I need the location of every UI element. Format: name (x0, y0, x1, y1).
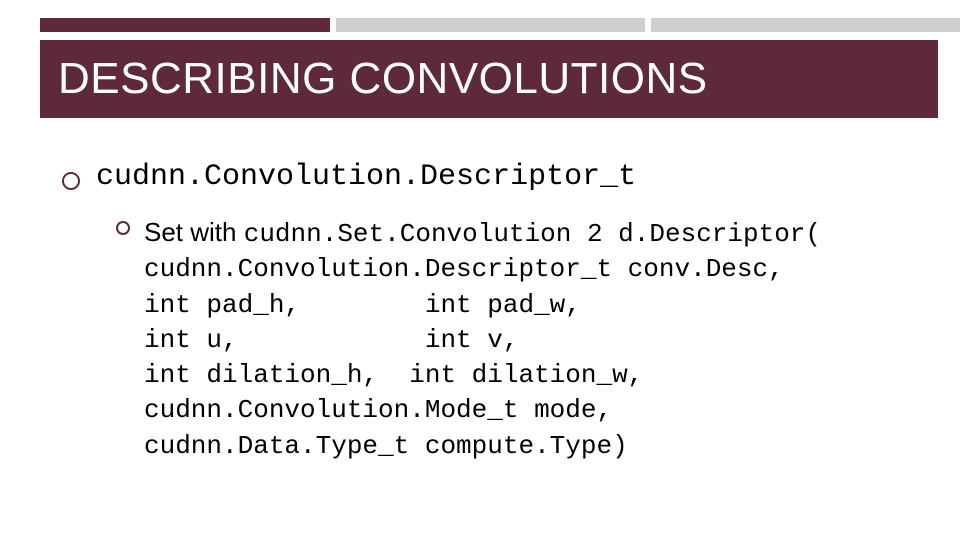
topbar-segment-grey (336, 18, 645, 32)
bullet-circle-icon (116, 221, 130, 235)
bullet1-text: cudnn.Convolution.Descriptor_t (96, 160, 636, 194)
bullet-circle-icon (62, 172, 80, 190)
bullet2-prefix: Set with (144, 217, 244, 247)
bullet2-body: Set with cudnn.Set.Convolution 2 d.Descr… (144, 216, 821, 463)
decorative-top-bar (40, 18, 960, 32)
slide-title: DESCRIBING CONVOLUTIONS (58, 54, 708, 104)
slide: DESCRIBING CONVOLUTIONS cudnn.Convolutio… (0, 0, 960, 540)
topbar-segment-grey (651, 18, 960, 32)
topbar-segment-accent (40, 18, 330, 32)
signature-line: int pad_h, int pad_w, (144, 289, 821, 322)
bullet-level1: cudnn.Convolution.Descriptor_t (62, 160, 900, 194)
title-bar: DESCRIBING CONVOLUTIONS (40, 40, 938, 118)
signature-line: int dilation_h, int dilation_w, (144, 359, 821, 392)
signature-line: cudnn.Data.Type_t compute.Type) (144, 430, 821, 463)
bullet2-func: cudnn.Set.Convolution 2 d.Descriptor( (244, 219, 821, 249)
signature-line: cudnn.Convolution.Descriptor_t conv.Desc… (144, 253, 821, 286)
bullet-level2: Set with cudnn.Set.Convolution 2 d.Descr… (116, 216, 900, 463)
signature-line: int u, int v, (144, 324, 821, 357)
signature-line: cudnn.Convolution.Mode_t mode, (144, 394, 821, 427)
content-area: cudnn.Convolution.Descriptor_t Set with … (62, 160, 900, 463)
